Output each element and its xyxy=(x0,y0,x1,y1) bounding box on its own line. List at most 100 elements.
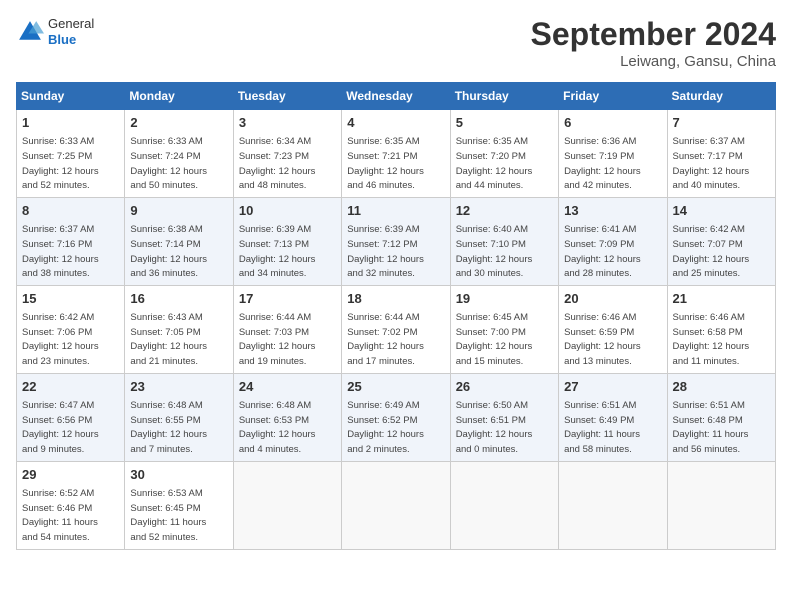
col-monday: Monday xyxy=(125,83,233,110)
day-info: Sunrise: 6:37 AMSunset: 7:17 PMDaylight:… xyxy=(673,136,750,191)
calendar-day-21: 21Sunrise: 6:46 AMSunset: 6:58 PMDayligh… xyxy=(667,285,775,373)
day-number: 29 xyxy=(22,466,119,484)
day-number: 26 xyxy=(456,378,553,396)
day-info: Sunrise: 6:48 AMSunset: 6:53 PMDaylight:… xyxy=(239,400,316,455)
day-number: 8 xyxy=(22,202,119,220)
day-info: Sunrise: 6:50 AMSunset: 6:51 PMDaylight:… xyxy=(456,400,533,455)
day-number: 7 xyxy=(673,114,770,132)
day-info: Sunrise: 6:51 AMSunset: 6:48 PMDaylight:… xyxy=(673,400,749,455)
day-info: Sunrise: 6:43 AMSunset: 7:05 PMDaylight:… xyxy=(130,312,207,367)
calendar-day-empty xyxy=(233,461,341,549)
calendar-day-3: 3Sunrise: 6:34 AMSunset: 7:23 PMDaylight… xyxy=(233,110,341,198)
day-number: 4 xyxy=(347,114,444,132)
day-info: Sunrise: 6:53 AMSunset: 6:45 PMDaylight:… xyxy=(130,488,206,543)
calendar-day-11: 11 Sunrise: 6:39 AMSunset: 7:12 PMDayligh… xyxy=(342,197,450,285)
day-number: 19 xyxy=(456,290,553,308)
calendar-day-15: 15 Sunrise: 6:42 AMSunset: 7:06 PMDayligh… xyxy=(17,285,125,373)
calendar-day-26: 26 Sunrise: 6:50 AMSunset: 6:51 PMDayligh… xyxy=(450,373,558,461)
day-number: 22 xyxy=(22,378,119,396)
day-info: Sunrise: 6:44 AMSunset: 7:03 PMDaylight:… xyxy=(239,312,316,367)
day-info: Sunrise: 6:49 AMSunset: 6:52 PMDaylight:… xyxy=(347,400,424,455)
day-number: 23 xyxy=(130,378,227,396)
day-info: Sunrise: 6:35 AMSunset: 7:21 PMDaylight:… xyxy=(347,136,424,191)
day-number: 24 xyxy=(239,378,336,396)
logo-general-text: General xyxy=(48,16,94,32)
calendar-week-1: 1 Sunrise: 6:33 AMSunset: 7:25 PMDaylight… xyxy=(17,110,776,198)
calendar-day-empty xyxy=(559,461,667,549)
day-info: Sunrise: 6:47 AMSunset: 6:56 PMDaylight:… xyxy=(22,400,99,455)
location-text: Leiwang, Gansu, China xyxy=(531,53,776,70)
day-number: 1 xyxy=(22,114,119,132)
day-number: 18 xyxy=(347,290,444,308)
day-number: 28 xyxy=(673,378,770,396)
calendar-day-28: 28 Sunrise: 6:51 AMSunset: 6:48 PMDayligh… xyxy=(667,373,775,461)
logo-icon xyxy=(16,18,44,46)
day-info: Sunrise: 6:39 AMSunset: 7:12 PMDaylight:… xyxy=(347,224,424,279)
header-row: Sunday Monday Tuesday Wednesday Thursday… xyxy=(17,83,776,110)
day-number: 9 xyxy=(130,202,227,220)
calendar-day-empty xyxy=(342,461,450,549)
col-wednesday: Wednesday xyxy=(342,83,450,110)
day-info: Sunrise: 6:33 AMSunset: 7:25 PMDaylight:… xyxy=(22,136,99,191)
day-info: Sunrise: 6:42 AMSunset: 7:06 PMDaylight:… xyxy=(22,312,99,367)
day-info: Sunrise: 6:38 AMSunset: 7:14 PMDaylight:… xyxy=(130,224,207,279)
calendar-day-16: 16 Sunrise: 6:43 AMSunset: 7:05 PMDayligh… xyxy=(125,285,233,373)
calendar-day-2: 2Sunrise: 6:33 AMSunset: 7:24 PMDaylight… xyxy=(125,110,233,198)
day-number: 5 xyxy=(456,114,553,132)
calendar-day-30: 30 Sunrise: 6:53 AMSunset: 6:45 PMDayligh… xyxy=(125,461,233,549)
col-tuesday: Tuesday xyxy=(233,83,341,110)
day-info: Sunrise: 6:45 AMSunset: 7:00 PMDaylight:… xyxy=(456,312,533,367)
calendar-week-5: 29 Sunrise: 6:52 AMSunset: 6:46 PMDayligh… xyxy=(17,461,776,549)
calendar-day-14: 14 Sunrise: 6:42 AMSunset: 7:07 PMDayligh… xyxy=(667,197,775,285)
day-number: 30 xyxy=(130,466,227,484)
calendar-week-2: 8 Sunrise: 6:37 AMSunset: 7:16 PMDaylight… xyxy=(17,197,776,285)
calendar-day-8: 8 Sunrise: 6:37 AMSunset: 7:16 PMDaylight… xyxy=(17,197,125,285)
calendar-header: Sunday Monday Tuesday Wednesday Thursday… xyxy=(17,83,776,110)
calendar-day-19: 19 Sunrise: 6:45 AMSunset: 7:00 PMDayligh… xyxy=(450,285,558,373)
day-info: Sunrise: 6:37 AMSunset: 7:16 PMDaylight:… xyxy=(22,224,99,279)
day-number: 15 xyxy=(22,290,119,308)
day-info: Sunrise: 6:44 AMSunset: 7:02 PMDaylight:… xyxy=(347,312,424,367)
calendar-day-22: 22 Sunrise: 6:47 AMSunset: 6:56 PMDayligh… xyxy=(17,373,125,461)
calendar-day-7: 7 Sunrise: 6:37 AMSunset: 7:17 PMDaylight… xyxy=(667,110,775,198)
page-header: General Blue September 2024 Leiwang, Gan… xyxy=(16,16,776,70)
day-number: 16 xyxy=(130,290,227,308)
calendar-body: 1 Sunrise: 6:33 AMSunset: 7:25 PMDaylight… xyxy=(17,110,776,550)
day-info: Sunrise: 6:34 AMSunset: 7:23 PMDaylight:… xyxy=(239,136,316,191)
calendar-table: Sunday Monday Tuesday Wednesday Thursday… xyxy=(16,82,776,550)
day-number: 11 xyxy=(347,202,444,220)
day-number: 25 xyxy=(347,378,444,396)
day-info: Sunrise: 6:46 AMSunset: 6:59 PMDaylight:… xyxy=(564,312,641,367)
calendar-day-25: 25 Sunrise: 6:49 AMSunset: 6:52 PMDayligh… xyxy=(342,373,450,461)
day-info: Sunrise: 6:40 AMSunset: 7:10 PMDaylight:… xyxy=(456,224,533,279)
day-info: Sunrise: 6:42 AMSunset: 7:07 PMDaylight:… xyxy=(673,224,750,279)
day-number: 13 xyxy=(564,202,661,220)
day-info: Sunrise: 6:41 AMSunset: 7:09 PMDaylight:… xyxy=(564,224,641,279)
calendar-day-10: 10Sunrise: 6:39 AMSunset: 7:13 PMDayligh… xyxy=(233,197,341,285)
calendar-day-18: 18 Sunrise: 6:44 AMSunset: 7:02 PMDayligh… xyxy=(342,285,450,373)
calendar-day-1: 1 Sunrise: 6:33 AMSunset: 7:25 PMDaylight… xyxy=(17,110,125,198)
col-thursday: Thursday xyxy=(450,83,558,110)
day-number: 20 xyxy=(564,290,661,308)
col-friday: Friday xyxy=(559,83,667,110)
day-number: 17 xyxy=(239,290,336,308)
calendar-day-4: 4 Sunrise: 6:35 AMSunset: 7:21 PMDaylight… xyxy=(342,110,450,198)
day-info: Sunrise: 6:36 AMSunset: 7:19 PMDaylight:… xyxy=(564,136,641,191)
calendar-day-20: 20 Sunrise: 6:46 AMSunset: 6:59 PMDayligh… xyxy=(559,285,667,373)
calendar-day-9: 9 Sunrise: 6:38 AMSunset: 7:14 PMDaylight… xyxy=(125,197,233,285)
logo-blue-text: Blue xyxy=(48,32,94,48)
day-info: Sunrise: 6:39 AMSunset: 7:13 PMDaylight:… xyxy=(239,224,316,279)
day-number: 27 xyxy=(564,378,661,396)
calendar-day-5: 5 Sunrise: 6:35 AMSunset: 7:20 PMDaylight… xyxy=(450,110,558,198)
day-info: Sunrise: 6:46 AMSunset: 6:58 PMDaylight:… xyxy=(673,312,750,367)
day-info: Sunrise: 6:33 AMSunset: 7:24 PMDaylight:… xyxy=(130,136,207,191)
day-number: 12 xyxy=(456,202,553,220)
day-info: Sunrise: 6:35 AMSunset: 7:20 PMDaylight:… xyxy=(456,136,533,191)
calendar-day-17: 17 Sunrise: 6:44 AMSunset: 7:03 PMDayligh… xyxy=(233,285,341,373)
col-saturday: Saturday xyxy=(667,83,775,110)
month-title: September 2024 xyxy=(531,16,776,53)
calendar-day-empty xyxy=(450,461,558,549)
day-number: 14 xyxy=(673,202,770,220)
day-info: Sunrise: 6:52 AMSunset: 6:46 PMDaylight:… xyxy=(22,488,98,543)
title-area: September 2024 Leiwang, Gansu, China xyxy=(531,16,776,70)
